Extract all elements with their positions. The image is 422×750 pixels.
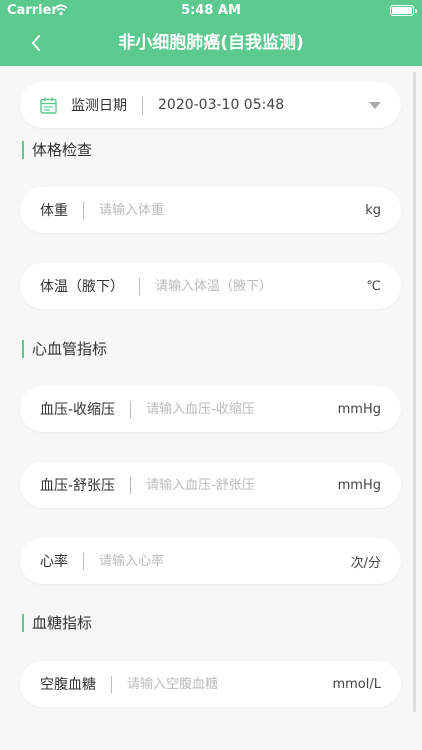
fasting-glucose-label: 空腹血糖 xyxy=(40,677,96,693)
divider xyxy=(83,552,84,570)
diastolic-label: 血压-舒张压 xyxy=(40,478,116,494)
status-time: 5:48 AM xyxy=(181,3,241,18)
systolic-input[interactable] xyxy=(146,401,338,417)
divider xyxy=(130,476,132,494)
weight-field[interactable]: 体重 kg xyxy=(20,187,401,233)
temperature-input[interactable] xyxy=(155,278,367,294)
heart-rate-input[interactable] xyxy=(99,553,351,569)
heart-rate-unit: 次/分 xyxy=(350,555,381,571)
fasting-glucose-unit: mmol/L xyxy=(332,676,381,692)
date-label: 监测日期 xyxy=(71,98,127,114)
systolic-label: 血压-收缩压 xyxy=(40,402,116,418)
divider xyxy=(142,96,143,114)
temperature-label: 体温（腋下） xyxy=(40,279,124,295)
section-title-physical: 体格检查 xyxy=(22,141,92,159)
heart-rate-field[interactable]: 心率 次/分 xyxy=(20,538,401,584)
chevron-left-icon xyxy=(32,35,40,51)
header: Carrier 5:48 AM 非小细胞肺癌(自我监测) xyxy=(0,0,422,66)
diastolic-input[interactable] xyxy=(146,477,338,493)
temperature-unit: ℃ xyxy=(366,278,381,294)
section-title-glucose: 血糖指标 xyxy=(22,614,92,632)
weight-input[interactable] xyxy=(99,202,366,218)
calendar-icon xyxy=(40,97,57,114)
page-title: 非小细胞肺癌(自我监测) xyxy=(118,33,304,53)
diastolic-field[interactable]: 血压-舒张压 mmHg xyxy=(20,462,401,508)
back-button[interactable] xyxy=(24,30,48,56)
divider xyxy=(130,400,132,418)
status-bar: Carrier 5:48 AM xyxy=(0,0,422,22)
diastolic-unit: mmHg xyxy=(337,477,381,493)
divider xyxy=(111,675,112,693)
fasting-glucose-field[interactable]: 空腹血糖 mmol/L xyxy=(20,661,401,707)
date-value: 2020-03-10 05:48 xyxy=(158,97,285,113)
caret-down-icon xyxy=(369,101,381,109)
systolic-field[interactable]: 血压-收缩压 mmHg xyxy=(20,386,401,432)
weight-label: 体重 xyxy=(40,203,68,219)
heart-rate-label: 心率 xyxy=(40,554,68,570)
fasting-glucose-input[interactable] xyxy=(127,676,333,692)
divider xyxy=(83,201,84,219)
weight-unit: kg xyxy=(365,202,381,218)
systolic-unit: mmHg xyxy=(337,401,381,417)
temperature-field[interactable]: 体温（腋下） ℃ xyxy=(20,263,401,309)
date-picker[interactable]: 监测日期 2020-03-10 05:48 xyxy=(20,82,401,128)
scrollbar[interactable] xyxy=(413,72,416,712)
form-scroll-area[interactable]: 监测日期 2020-03-10 05:48 体格检查 体重 kg 体温（腋下） … xyxy=(0,66,422,750)
section-title-cardio: 心血管指标 xyxy=(22,340,107,358)
divider xyxy=(139,277,140,295)
battery-icon xyxy=(390,5,417,16)
